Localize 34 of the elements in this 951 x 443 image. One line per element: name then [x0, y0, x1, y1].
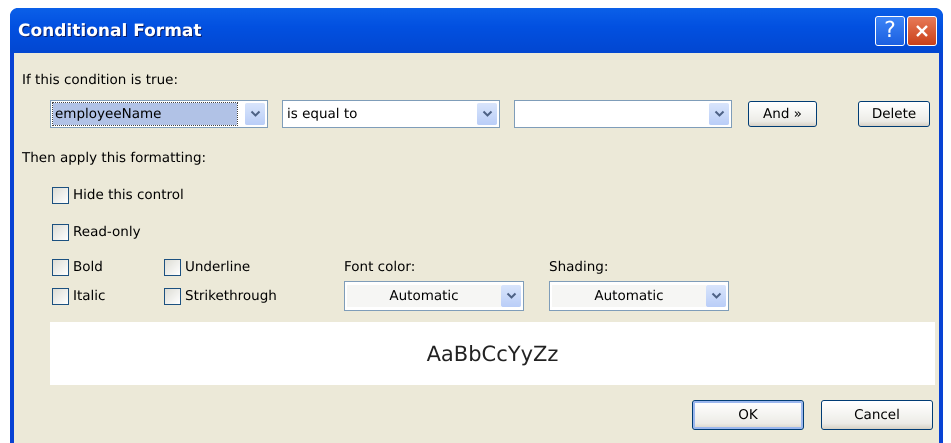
dropdown-value: is equal to: [286, 105, 358, 124]
delete-button[interactable]: Delete: [858, 101, 930, 127]
and-button[interactable]: And »: [748, 101, 817, 127]
checkbox[interactable]: [52, 288, 69, 304]
font-color-dropdown[interactable]: Automatic: [344, 281, 524, 311]
formatting-label: Then apply this formatting:: [22, 149, 208, 167]
font-color-label: Font color:: [344, 258, 416, 277]
shading-label: Shading:: [549, 258, 610, 277]
cancel-button[interactable]: Cancel: [821, 400, 933, 430]
close-icon: [914, 22, 930, 38]
condition-dropdown[interactable]: is equal to: [282, 100, 500, 128]
checkbox-label: Read-only: [73, 224, 141, 240]
checkbox-label: Hide this control: [73, 187, 184, 203]
checkbox[interactable]: [52, 224, 69, 240]
checkbox[interactable]: [52, 186, 69, 204]
help-button[interactable]: ?: [875, 16, 905, 46]
checkbox[interactable]: [52, 258, 69, 276]
checkbox-label: Underline: [185, 259, 250, 275]
dropdown-value: Automatic: [347, 285, 501, 307]
checkbox-label: Strikethrough: [185, 288, 277, 304]
dropdown-value: employeeName: [53, 103, 237, 125]
checkbox-label: Bold: [73, 259, 103, 275]
preview-text: AaBbCcYyZz: [426, 342, 558, 366]
dropdown-value: Automatic: [552, 285, 706, 307]
shading-dropdown[interactable]: Automatic: [549, 281, 729, 311]
condition-dropdown[interactable]: employeeName: [50, 100, 268, 128]
checkbox-label: Italic: [73, 288, 106, 304]
window-title: Conditional Format: [18, 20, 202, 40]
close-button[interactable]: [907, 16, 937, 46]
ok-button[interactable]: OK: [692, 400, 804, 430]
condition-label: If this condition is true:: [22, 71, 179, 89]
condition-dropdown[interactable]: [514, 100, 732, 128]
checkbox[interactable]: [164, 288, 181, 304]
checkbox[interactable]: [164, 258, 181, 276]
